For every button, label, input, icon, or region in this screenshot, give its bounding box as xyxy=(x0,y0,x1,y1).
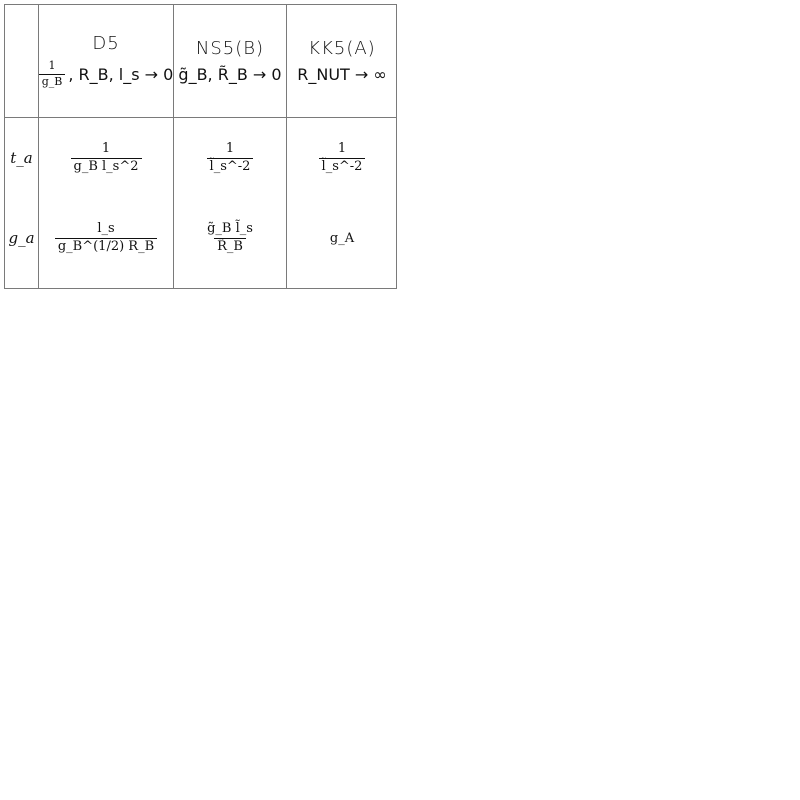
column-header-kk5a: KK5(A) R_NUT → ∞ xyxy=(287,5,397,117)
column-name: D5 xyxy=(92,33,120,55)
cell-fraction: 1 g_B l_s^2 xyxy=(70,141,142,175)
table-cell: 1 l̃_s^-2 xyxy=(287,118,397,198)
limits-table: D5 1 g_B , R_B, l_s → 0 NS5(B) g̃_B, R̃_… xyxy=(4,4,397,289)
limit-fraction: 1 g_B xyxy=(38,60,66,88)
column-limit: 1 g_B , R_B, l_s → 0 xyxy=(38,60,174,88)
table-cell: 1 l̃_s^-2 xyxy=(174,118,286,198)
table-cell: l_s g_B^(1/2) R_B xyxy=(39,198,173,278)
cell-fraction: 1 l̃_s^-2 xyxy=(318,141,366,175)
row-label-ta: t_a xyxy=(10,149,33,167)
cell-value: g_A xyxy=(329,230,355,246)
column-name: NS5(B) xyxy=(195,38,265,59)
table-cell: 1 g_B l_s^2 xyxy=(39,118,173,198)
column-name: KK5(A) xyxy=(308,38,376,59)
row-label-ga: g_a xyxy=(8,229,35,247)
column-limit: R_NUT → ∞ xyxy=(297,65,387,84)
column-limit: g̃_B, R̃_B → 0 xyxy=(178,65,282,84)
cell-fraction: l_s g_B^(1/2) R_B xyxy=(54,221,158,255)
cell-fraction: 1 l̃_s^-2 xyxy=(206,141,254,175)
column-header-ns5b: NS5(B) g̃_B, R̃_B → 0 xyxy=(174,5,286,117)
table-cell: g̃_B l̃_s R̃_B xyxy=(174,198,286,278)
table-cell: g_A xyxy=(287,198,397,278)
cell-fraction: g̃_B l̃_s R̃_B xyxy=(207,220,253,254)
limit-text: , R_B, l_s → 0 xyxy=(68,65,174,84)
column-header-d5: D5 1 g_B , R_B, l_s → 0 xyxy=(38,5,174,117)
